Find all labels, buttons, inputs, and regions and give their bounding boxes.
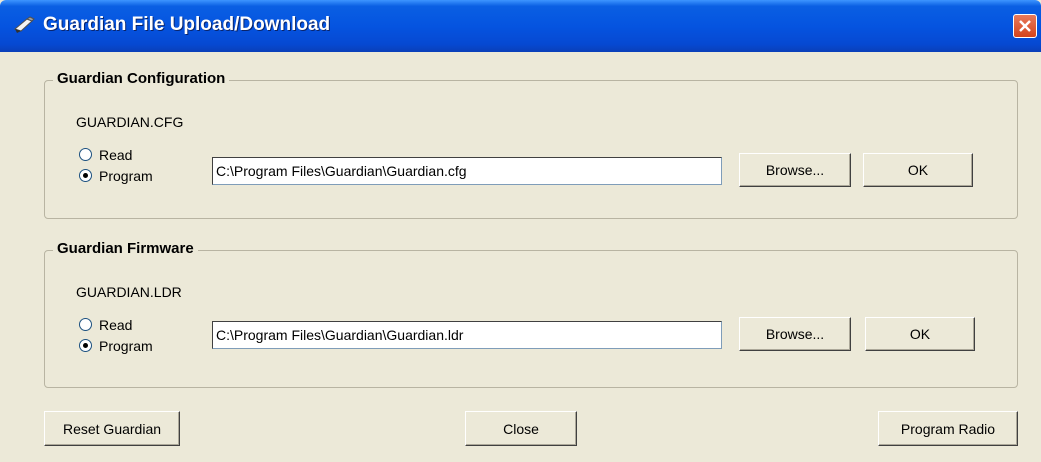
program-radio-label: Program Radio [900, 420, 996, 437]
close-icon [1019, 20, 1031, 32]
radio-button-checked[interactable] [79, 339, 92, 352]
config-group: Guardian Configuration GUARDIAN.CFG Read… [44, 70, 1018, 219]
radio-dot [83, 173, 88, 178]
config-ok-label: OK [907, 162, 929, 178]
firmware-group-title: Guardian Firmware [53, 240, 198, 257]
reset-guardian-label: Reset Guardian [62, 420, 162, 437]
dialog-client-area: Guardian Configuration GUARDIAN.CFG Read… [4, 52, 1037, 458]
radio-button-checked[interactable] [79, 169, 92, 182]
config-group-title: Guardian Configuration [53, 70, 230, 87]
radio-dot [83, 343, 88, 348]
close-label: Close [503, 420, 539, 437]
config-file-label: GUARDIAN.CFG [76, 114, 184, 130]
firmware-browse-label: Browse... [765, 326, 825, 342]
config-path-field[interactable] [212, 157, 722, 185]
firmware-group: Guardian Firmware GUARDIAN.LDR Read Prog… [44, 240, 1018, 388]
radio-button-unchecked[interactable] [79, 148, 92, 161]
radio-button-unchecked[interactable] [79, 318, 92, 331]
firmware-browse-button[interactable]: Browse... [739, 317, 851, 351]
firmware-file-label: GUARDIAN.LDR [76, 284, 182, 300]
program-radio-button[interactable]: Program Radio [878, 411, 1018, 446]
firmware-radio-program-label: Program [99, 338, 153, 354]
config-radio-read-label: Read [99, 147, 133, 163]
config-ok-button[interactable]: OK [863, 153, 973, 187]
config-path-input[interactable] [213, 158, 721, 184]
config-radio-program-label: Program [99, 168, 153, 184]
firmware-ok-label: OK [909, 326, 931, 342]
firmware-path-input[interactable] [213, 322, 721, 348]
firmware-radio-read-label: Read [99, 317, 133, 333]
config-browse-label: Browse... [765, 162, 825, 178]
title-bar[interactable]: Guardian File Upload/Download [0, 0, 1041, 52]
firmware-ok-button[interactable]: OK [865, 317, 975, 351]
dialog-window: Guardian File Upload/Download Guardian C… [0, 0, 1041, 462]
close-window-button[interactable] [1013, 14, 1037, 38]
pencil-icon [13, 15, 35, 35]
reset-guardian-button[interactable]: Reset Guardian [44, 411, 180, 446]
config-browse-button[interactable]: Browse... [739, 153, 851, 187]
close-button[interactable]: Close [465, 411, 577, 446]
firmware-path-field[interactable] [212, 321, 722, 349]
window-title: Guardian File Upload/Download [43, 14, 331, 35]
